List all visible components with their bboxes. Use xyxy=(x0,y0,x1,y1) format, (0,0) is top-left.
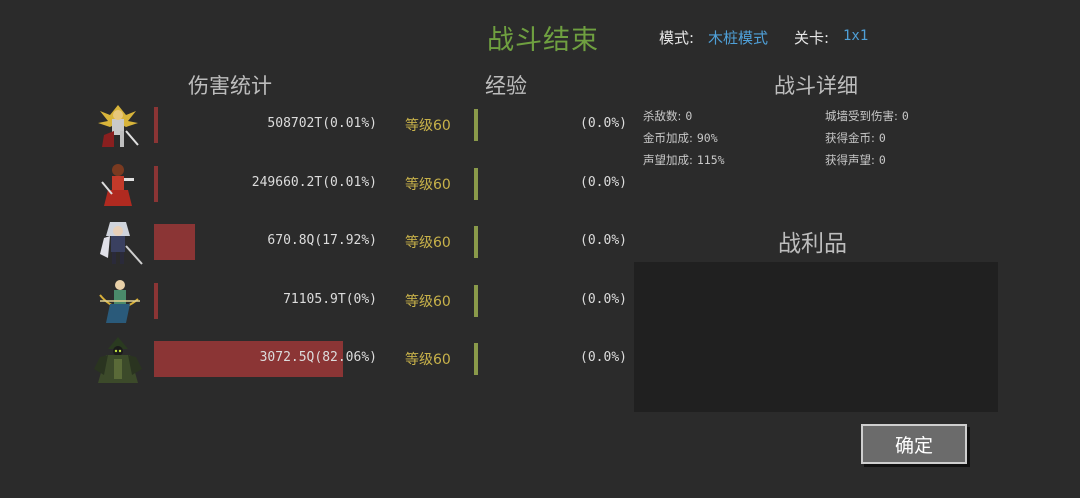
hero-row: 71105.9T(0%) 等级60 (0.0%) xyxy=(90,277,635,327)
damage-value: 3072.5Q(82.06%) xyxy=(259,350,377,365)
exp-percent: (0.0%) xyxy=(580,292,627,307)
dark-green-mage-portrait-icon xyxy=(90,335,146,385)
hero-row: 249660.2T(0.01%) 等级60 (0.0%) xyxy=(90,160,635,210)
gold-gained-stat: 获得金币: 0 xyxy=(825,131,886,145)
damage-share-bar xyxy=(154,283,158,319)
silver-haired-swordsman-portrait-icon xyxy=(90,218,146,268)
exp-progress-bar xyxy=(474,226,478,258)
hero-row: 3072.5Q(82.06%) 等级60 (0.0%) xyxy=(90,335,635,385)
damage-value: 71105.9T(0%) xyxy=(283,292,377,307)
loot-heading: 战利品 xyxy=(778,231,847,257)
hero-level: 等级60 xyxy=(405,118,451,134)
damage-stats-heading: 伤害统计 xyxy=(188,74,272,98)
exp-progress-bar xyxy=(474,343,478,375)
hero-level: 等级60 xyxy=(405,177,451,193)
exp-progress-bar xyxy=(474,168,478,200)
mode-label: 模式: xyxy=(659,29,695,47)
damage-share-bar xyxy=(154,107,158,143)
kills-stat: 杀敌数: 0 xyxy=(643,109,693,123)
exp-progress-bar xyxy=(474,285,478,317)
golden-winged-warrior-portrait-icon xyxy=(90,101,146,151)
wall-damage-stat: 城墙受到伤害: 0 xyxy=(825,109,909,123)
archer-portrait-icon xyxy=(90,277,146,327)
red-swordswoman-portrait-icon xyxy=(90,160,146,210)
damage-value: 670.8Q(17.92%) xyxy=(267,233,377,248)
hero-level: 等级60 xyxy=(405,352,451,368)
battle-result-screen: 战斗结束 模式: 木桩模式 关卡: 1x1 伤害统计 经验 战斗详细 50870… xyxy=(0,0,1080,498)
damage-value: 249660.2T(0.01%) xyxy=(251,175,377,190)
exp-percent: (0.0%) xyxy=(580,175,627,190)
stage-value: 1x1 xyxy=(843,28,869,44)
stage-label: 关卡: xyxy=(794,29,830,47)
hero-row: 670.8Q(17.92%) 等级60 (0.0%) xyxy=(90,218,635,268)
exp-progress-bar xyxy=(474,109,478,141)
confirm-button[interactable]: 确定 xyxy=(861,424,967,464)
fame-bonus-stat: 声望加成: 115% xyxy=(643,153,725,167)
battle-end-title: 战斗结束 xyxy=(487,25,599,56)
damage-share-bar xyxy=(154,224,195,260)
exp-percent: (0.0%) xyxy=(580,116,627,131)
gold-bonus-stat: 金币加成: 90% xyxy=(643,131,718,145)
battle-detail-heading: 战斗详细 xyxy=(774,74,858,98)
damage-value: 508702T(0.01%) xyxy=(267,116,377,131)
exp-percent: (0.0%) xyxy=(580,233,627,248)
mode-value: 木桩模式 xyxy=(708,29,769,47)
exp-percent: (0.0%) xyxy=(580,350,627,365)
experience-heading: 经验 xyxy=(485,74,527,98)
loot-panel xyxy=(634,262,998,412)
hero-level: 等级60 xyxy=(405,235,451,251)
fame-gained-stat: 获得声望: 0 xyxy=(825,153,886,167)
hero-level: 等级60 xyxy=(405,294,451,310)
damage-share-bar xyxy=(154,166,158,202)
hero-row: 508702T(0.01%) 等级60 (0.0%) xyxy=(90,101,635,151)
